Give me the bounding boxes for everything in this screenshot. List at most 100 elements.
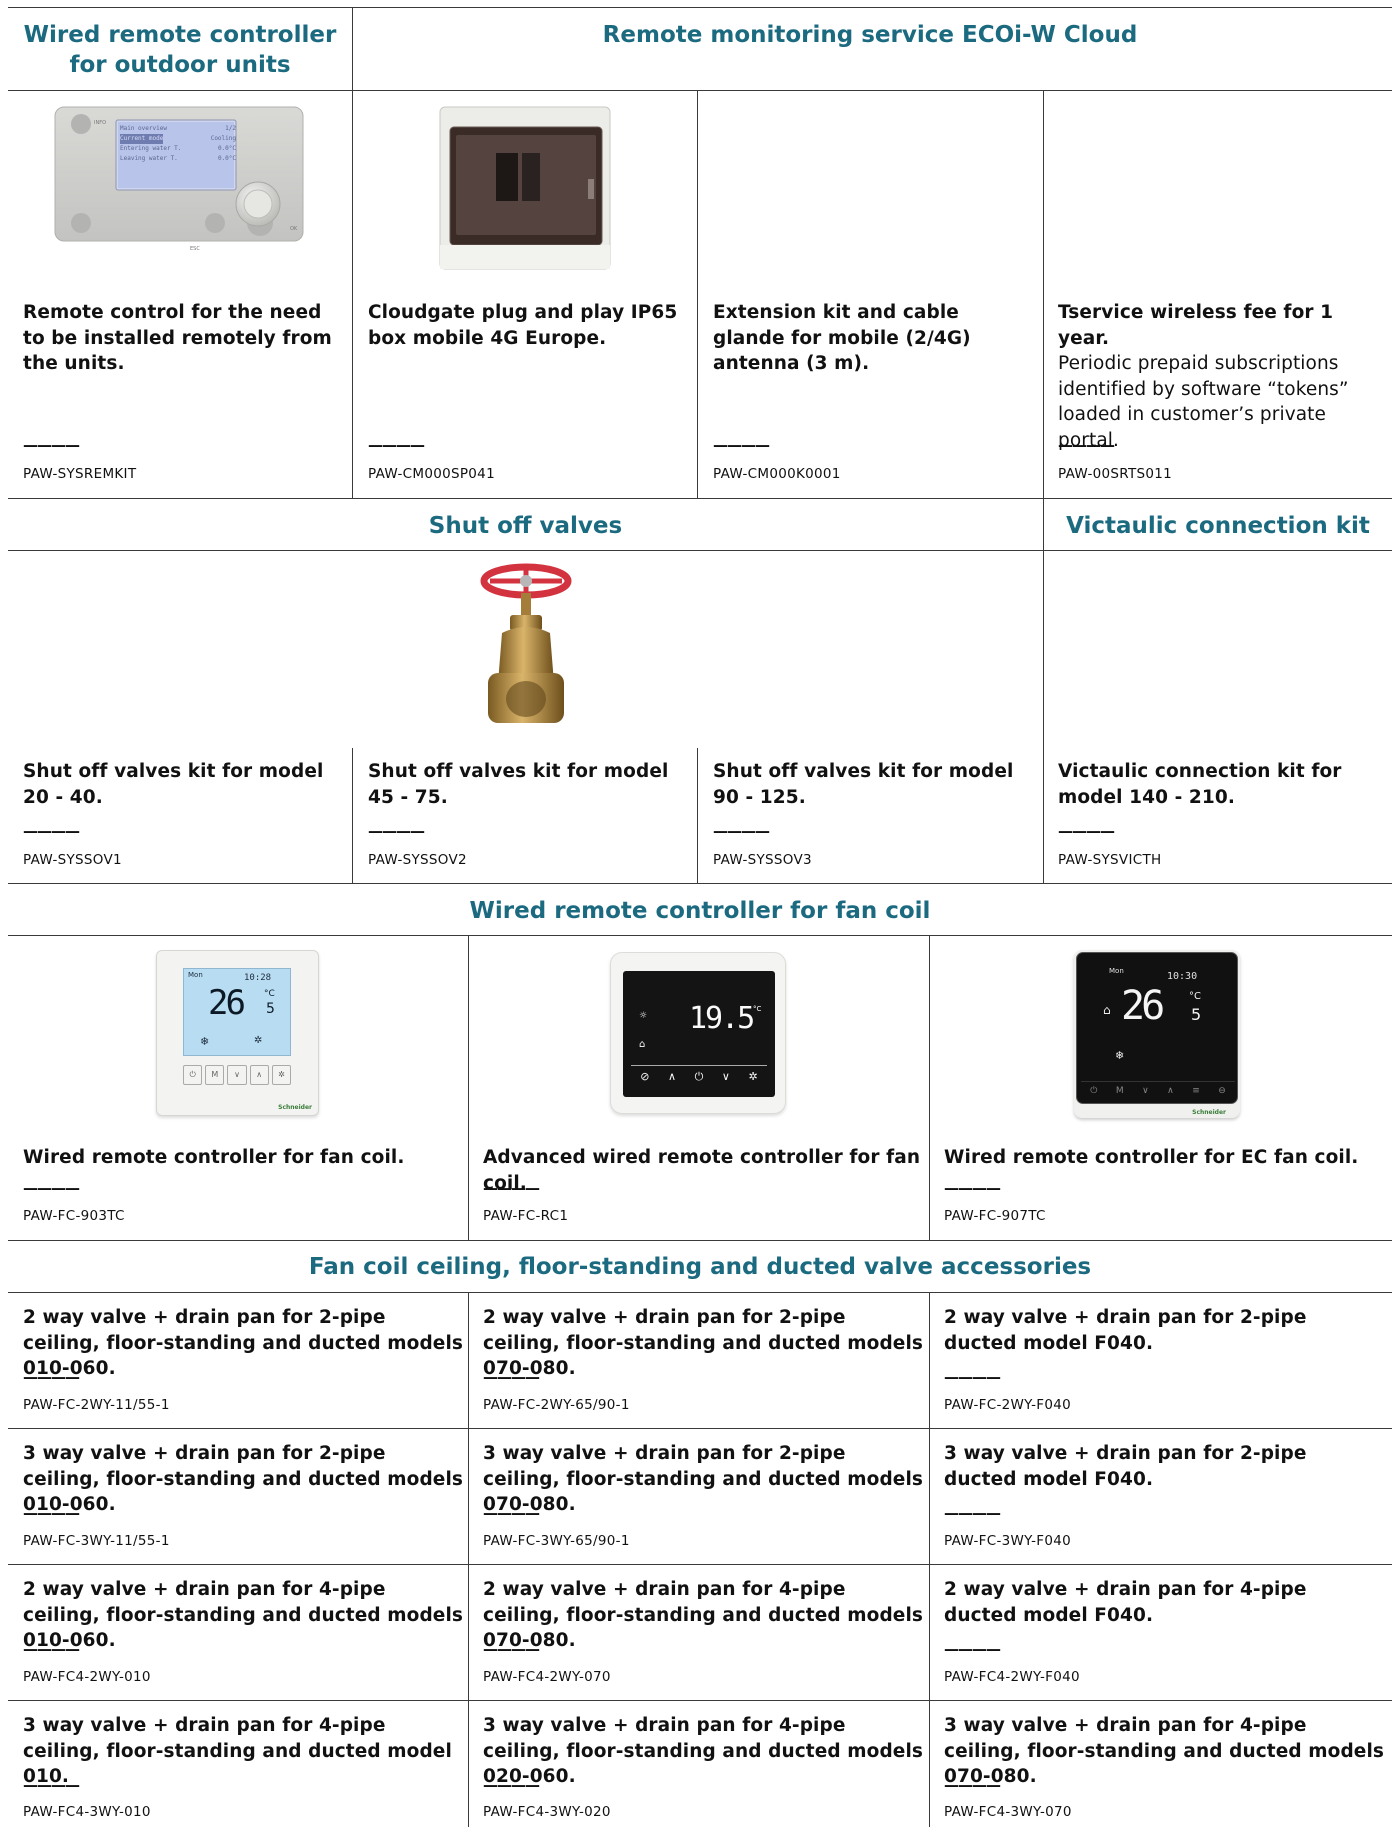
section-title-fan-coil-valves: Fan coil ceiling, floor-standing and duc… <box>308 1254 1092 1280</box>
up-button[interactable]: ∧ <box>668 1070 676 1083</box>
product-description: Cloudgate plug and play IP65 box mobile … <box>368 302 678 349</box>
product-code: PAW-FC-903TC <box>23 1208 125 1224</box>
product-description: 3 way valve + drain pan for 2-pipe ceili… <box>483 1443 923 1515</box>
product-code: PAW-FC-2WY-F040 <box>944 1397 1071 1413</box>
col-divider <box>1043 90 1044 498</box>
lcd-unit: °C <box>753 1005 762 1013</box>
power-button[interactable]: ⊘ <box>640 1070 649 1083</box>
product-description: 2 way valve + drain pan for 2-pipe ceili… <box>23 1307 463 1379</box>
screen-line: Main overview <box>120 125 167 132</box>
fan-button[interactable]: ✲ <box>271 1065 292 1085</box>
product-description: 3 way valve + drain pan for 4-pipe ceili… <box>483 1715 923 1787</box>
product-code: PAW-FC4-2WY-F040 <box>944 1669 1080 1685</box>
product-description: 2 way valve + drain pan for 4-pipe ceili… <box>483 1579 923 1651</box>
product-description: Wired remote controller for EC fan coil. <box>944 1147 1359 1168</box>
cloudgate-box-image <box>439 106 611 270</box>
snowflake-icon: ❄ <box>1115 1049 1125 1062</box>
product-code: PAW-FC-907TC <box>944 1208 1046 1224</box>
power-button[interactable]: ⏻ <box>1090 1086 1097 1096</box>
separator-dash: ———— <box>944 1776 1001 1794</box>
mode-button[interactable]: M <box>1116 1086 1124 1096</box>
rule <box>8 90 1392 91</box>
remote-key-label-info: INFO <box>94 120 107 126</box>
lcd-unit: °C <box>1189 991 1201 1002</box>
product-code: PAW-SYSSOV1 <box>23 852 122 868</box>
col-divider <box>468 935 469 1240</box>
separator-dash: ———— <box>23 1776 80 1794</box>
back-button[interactable]: ⊖ <box>1218 1086 1226 1096</box>
separator-dash: ———— <box>483 1179 540 1197</box>
separator-dash: ———— <box>713 436 770 454</box>
rule <box>8 1564 1392 1565</box>
down-button[interactable]: ∨ <box>1142 1086 1149 1096</box>
screen-value: Cooling <box>210 135 236 142</box>
down-button[interactable]: ∨ <box>722 1070 730 1083</box>
product-description: 3 way valve + drain pan for 2-pipe ducte… <box>944 1443 1307 1490</box>
separator-dash: ———— <box>483 1368 540 1386</box>
rule <box>8 1292 1392 1293</box>
lcd-decimal: 5 <box>1191 1005 1202 1024</box>
product-code: PAW-SYSSOV3 <box>713 852 812 868</box>
separator-dash: ———— <box>713 822 770 840</box>
separator-dash: ———— <box>483 1776 540 1794</box>
sun-icon: ☼ <box>639 1011 648 1021</box>
product-description: Shut off valves kit for model 45 - 75. <box>368 761 669 808</box>
brand-logo: Schneider <box>1192 1109 1226 1116</box>
rule-top <box>8 7 1392 8</box>
up-button[interactable]: ∧ <box>249 1065 269 1085</box>
product-code: PAW-FC4-3WY-070 <box>944 1804 1072 1820</box>
product-code: PAW-FC-2WY-65/90-1 <box>483 1397 630 1413</box>
separator-dash: ———— <box>23 1368 80 1386</box>
remote-key-label-esc: ESC <box>190 246 200 252</box>
separator-dash: ———— <box>1058 436 1115 454</box>
section-title-fan-coil-remote: Wired remote controller for fan coil <box>469 898 931 924</box>
separator-dash: ———— <box>944 1368 1001 1386</box>
power-toggle-button[interactable]: ⏻ <box>695 1070 704 1084</box>
home-icon: ⌂ <box>639 1039 646 1050</box>
power-button[interactable]: ⏻ <box>183 1065 203 1085</box>
brand-logo: Schneider <box>278 1104 312 1111</box>
screen-value: 0.0°C <box>217 155 236 162</box>
product-code: PAW-CM000SP041 <box>368 466 495 482</box>
col-divider <box>697 748 698 883</box>
section-title-remote-outdoor: Wired remote controller for outdoor unit… <box>23 22 337 78</box>
lcd-unit: °C <box>264 989 275 999</box>
separator-dash: ———— <box>23 1179 80 1197</box>
black-panel: Mon 10:30 26 °C 5 ⌂ ❄ ⏻ M ∨ ∧ ≡ ⊖ <box>1076 952 1238 1104</box>
product-description: Extension kit and cable glande for mobil… <box>713 302 971 374</box>
rule <box>8 935 1392 936</box>
col-divider <box>352 748 353 883</box>
col-divider <box>929 1292 930 1827</box>
screen-line: Entering water T. <box>120 145 182 152</box>
product-description: 3 way valve + drain pan for 4-pipe ceili… <box>944 1715 1384 1787</box>
screen-value: 1/2 <box>225 125 236 132</box>
product-code: PAW-SYSREMKIT <box>23 466 137 482</box>
product-description: 3 way valve + drain pan for 4-pipe ceili… <box>23 1715 452 1787</box>
thermostat-blue-image: Mon 10:28 26 °C 5 ❄ ✲ ⏻ M ∨ ∧ ✲ Schneide… <box>156 950 319 1116</box>
lcd-time: 10:30 <box>1167 971 1198 982</box>
separator-dash: ———— <box>944 1640 1001 1658</box>
up-button[interactable]: ∧ <box>1167 1086 1174 1096</box>
product-description: 2 way valve + drain pan for 4-pipe ducte… <box>944 1579 1307 1626</box>
separator-dash: ———— <box>23 436 80 454</box>
mode-button[interactable]: M <box>205 1065 225 1085</box>
lcd-day: Mon <box>188 971 203 979</box>
down-button[interactable]: ∨ <box>227 1065 247 1085</box>
col-divider <box>697 90 698 498</box>
separator-dash: ———— <box>368 436 425 454</box>
rule <box>8 883 1392 884</box>
fan-button[interactable]: ✲ <box>749 1070 758 1083</box>
screen-value: 0.0°C <box>217 145 236 152</box>
product-description: Tservice wireless fee for 1 year. Periodi… <box>1058 302 1349 451</box>
product-code: PAW-00SRTS011 <box>1058 466 1173 482</box>
product-code: PAW-SYSVICTH <box>1058 852 1162 868</box>
touch-screen: 19.5 °C ⌂ ☼ ⊘ ∧ ⏻ ∨ ✲ <box>623 971 775 1097</box>
product-code: PAW-FC-2WY-11/55-1 <box>23 1397 170 1413</box>
ec-thermostat-image: Mon 10:30 26 °C 5 ⌂ ❄ ⏻ M ∨ ∧ ≡ ⊖ Schnei… <box>1074 950 1240 1118</box>
lcd-temperature: 19.5 <box>689 1001 755 1036</box>
remote-screen-text: Main overview 1/2 Current mode Cooling Ent… <box>120 124 236 164</box>
separator-dash: ———— <box>483 1640 540 1658</box>
product-description: 2 way valve + drain pan for 2-pipe ducte… <box>944 1307 1307 1354</box>
screen-line: Current mode <box>120 134 164 144</box>
menu-button[interactable]: ≡ <box>1192 1086 1200 1096</box>
